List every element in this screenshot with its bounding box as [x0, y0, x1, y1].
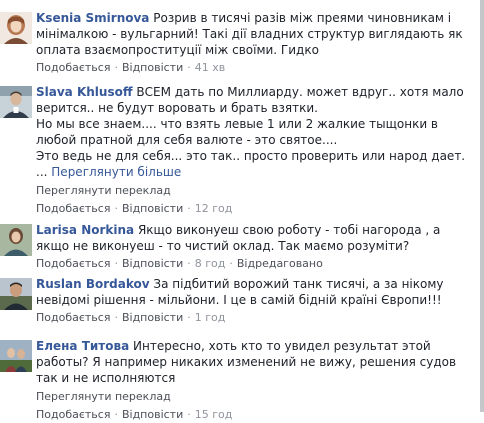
comment-actions: Подобається · Відповісти · 8 год · Відредагова… [36, 256, 476, 272]
comment-actions: Подобається · Відповісти · 1 год [36, 310, 476, 326]
comment-text-block: Ruslan Bordakov За підбитий ворожий танк… [36, 276, 476, 308]
comment-author[interactable]: Slava Khlusoff [36, 85, 133, 99]
comment-timestamp[interactable]: 8 год [195, 257, 226, 270]
reply-link[interactable]: Відповісти [122, 202, 183, 215]
like-link[interactable]: Подобається [36, 311, 110, 324]
like-link[interactable]: Подобається [36, 61, 110, 74]
comment-body: Slava Khlusoff ВСЕМ дать по Миллиарду. м… [36, 84, 476, 217]
comment-author[interactable]: Ruslan Bordakov [36, 277, 150, 291]
separator: · [114, 311, 118, 324]
scrollbar[interactable] [480, 0, 484, 412]
separator: · [187, 408, 191, 421]
comment-text-block: Елена Титова Интересно, хоть кто то увид… [36, 338, 476, 386]
reply-link[interactable]: Відповісти [122, 61, 183, 74]
see-more-row: ... Переглянути більше [36, 164, 476, 180]
see-translation-link[interactable]: Переглянути переклад [36, 389, 476, 405]
reply-link[interactable]: Відповісти [122, 408, 183, 421]
comment-text-line-2: Но мы все знаем.... что взять левые 1 ил… [36, 117, 439, 147]
comment-author[interactable]: Ksenia Smirnova [36, 11, 149, 25]
comment-body: Елена Титова Интересно, хоть кто то увид… [36, 338, 476, 423]
comment-body: Larisa Norkina Якщо виконуеш свою роботу… [36, 222, 476, 272]
avatar-photo [0, 86, 32, 118]
reply-link[interactable]: Відповісти [122, 257, 183, 270]
see-more-link[interactable]: Переглянути більше [51, 165, 181, 179]
avatar-photo [0, 340, 32, 372]
comment-text-line-3: Это ведь не для себя... это так.. просто… [36, 149, 466, 163]
comment-text-block: Slava Khlusoff ВСЕМ дать по Миллиарду. м… [36, 84, 476, 116]
ellipsis: ... [36, 165, 48, 179]
comment-actions: Подобається · Відповісти · 15 год [36, 407, 476, 423]
comment-author[interactable]: Елена Титова [36, 339, 129, 353]
comment-timestamp[interactable]: 12 год [195, 202, 233, 215]
separator: · [187, 61, 191, 74]
comment-text-block: Ksenia Smirnova Розрив в тисячі разів мі… [36, 10, 476, 58]
like-link[interactable]: Подобається [36, 257, 110, 270]
avatar-photo [0, 12, 32, 44]
separator: · [114, 61, 118, 74]
avatar[interactable] [0, 278, 32, 310]
avatar-photo [0, 224, 32, 256]
avatar-photo [0, 278, 32, 310]
separator: · [114, 257, 118, 270]
comment-timestamp[interactable]: 1 год [195, 311, 226, 324]
like-link[interactable]: Подобається [36, 202, 110, 215]
separator: · [229, 257, 233, 270]
avatar[interactable] [0, 340, 32, 372]
comment-body: Ruslan Bordakov За підбитий ворожий танк… [36, 276, 476, 326]
comment-actions: Подобається · Відповісти · 41 хв [36, 60, 476, 76]
comment-author[interactable]: Larisa Norkina [36, 223, 134, 237]
like-link[interactable]: Подобається [36, 408, 110, 421]
separator: · [187, 202, 191, 215]
separator: · [187, 311, 191, 324]
comment-text-block: Larisa Norkina Якщо виконуеш свою роботу… [36, 222, 476, 254]
comment-timestamp[interactable]: 41 хв [195, 61, 226, 74]
avatar[interactable] [0, 224, 32, 256]
see-translation-link[interactable]: Переглянути переклад [36, 183, 476, 199]
separator: · [114, 202, 118, 215]
reply-link[interactable]: Відповісти [122, 311, 183, 324]
comment-timestamp[interactable]: 15 год [195, 408, 233, 421]
avatar[interactable] [0, 12, 32, 44]
comment-actions: Подобається · Відповісти · 12 год [36, 201, 476, 217]
separator: · [114, 408, 118, 421]
comment-body: Ksenia Smirnova Розрив в тисячі разів мі… [36, 10, 476, 76]
avatar[interactable] [0, 86, 32, 118]
separator: · [187, 257, 191, 270]
edited-label[interactable]: Відредаговано [237, 257, 323, 270]
